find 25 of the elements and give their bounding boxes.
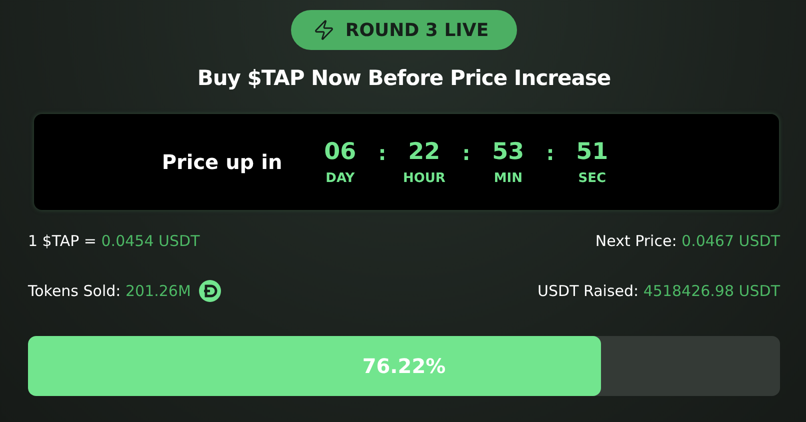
stat-label: 1 $TAP = — [28, 232, 98, 250]
time-value: 06 — [324, 138, 356, 164]
time-value: 22 — [408, 138, 440, 164]
time-unit: HOUR — [402, 170, 446, 186]
stat-value: 0.0467 USDT — [682, 232, 780, 250]
stat-label: Tokens Sold: — [28, 282, 122, 300]
time-unit: DAY — [326, 170, 355, 186]
headline: Buy $TAP Now Before Price Increase — [197, 66, 611, 90]
countdown-label: Price up in — [162, 150, 282, 174]
time-value: 53 — [492, 138, 524, 164]
time-separator: : — [378, 140, 386, 164]
time-unit: SEC — [578, 170, 606, 186]
progress-reading: 76.22% — [362, 354, 446, 378]
time-value: 51 — [576, 138, 608, 164]
stat-value: 4518426.98 USDT — [643, 282, 780, 300]
stat-label: Next Price: — [595, 232, 678, 250]
coin-icon — [198, 280, 221, 302]
round-badge: ROUND 3 LIVE — [291, 10, 517, 50]
time-separator: : — [546, 140, 554, 164]
lightning-icon — [313, 19, 336, 41]
stat-label: USDT Raised: — [538, 282, 640, 300]
time-unit: MIN — [494, 170, 523, 186]
time-separator: : — [462, 140, 470, 164]
stat-value: 201.26M — [125, 282, 191, 300]
stat-value: 0.0454 USDT — [101, 232, 200, 250]
